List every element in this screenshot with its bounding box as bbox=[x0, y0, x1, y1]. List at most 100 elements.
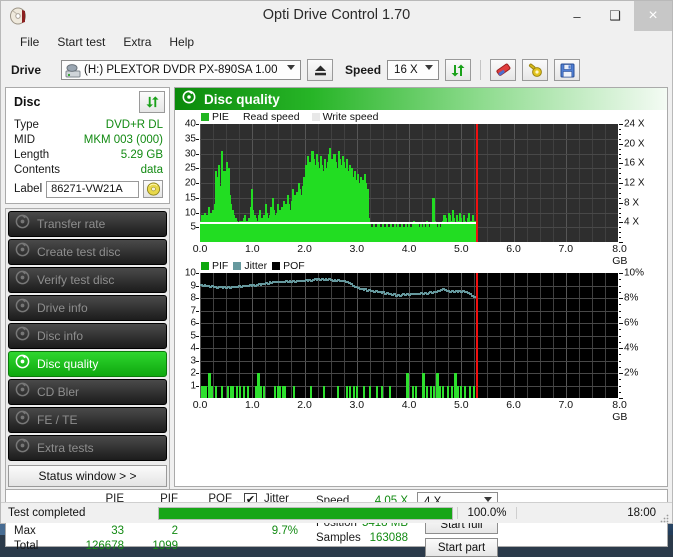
sidebar-item-label: Create test disc bbox=[37, 245, 120, 259]
disc-icon bbox=[15, 298, 30, 318]
drive-icon bbox=[65, 63, 81, 79]
legend-label: PIF bbox=[212, 260, 228, 272]
resize-grip[interactable] bbox=[659, 510, 669, 520]
x-tick-label: 3.0 bbox=[349, 399, 364, 411]
y-tick-label-right: 24 X bbox=[624, 119, 645, 130]
disc-refresh-button[interactable] bbox=[139, 91, 165, 113]
stat-samples-value: 163088 bbox=[350, 532, 408, 544]
x-tick-label: 8.0 GB bbox=[612, 399, 627, 423]
stat-pif-max: 2 bbox=[132, 525, 178, 537]
start-part-button[interactable]: Start part bbox=[425, 538, 498, 557]
pif-plot-area bbox=[200, 273, 618, 398]
left-panel: Disc Type DVD+R DL MID bbox=[5, 87, 170, 487]
stat-pie-total: 126678 bbox=[68, 540, 124, 552]
sidebar-item-disc-info[interactable]: Disc info bbox=[8, 323, 167, 349]
y-tick-label: 8 bbox=[174, 293, 196, 304]
menu-file[interactable]: File bbox=[11, 33, 48, 51]
y-tick-label: 35 bbox=[174, 133, 196, 144]
pif-y-axis-right: 10%8%6%4%2% bbox=[619, 273, 667, 398]
menu-start-test[interactable]: Start test bbox=[48, 33, 114, 51]
x-tick-label: 0.0 bbox=[193, 243, 208, 255]
x-tick-label: 2.0 bbox=[297, 399, 312, 411]
disc-icon bbox=[15, 242, 30, 262]
sidebar-item-label: CD Bler bbox=[37, 385, 79, 399]
disc-row-type: Type DVD+R DL bbox=[14, 118, 163, 133]
legend-jitter: Jitter bbox=[233, 260, 267, 272]
sidebar-item-transfer-rate[interactable]: Transfer rate bbox=[8, 211, 167, 237]
disc-row-key: MID bbox=[14, 133, 35, 148]
stat-pif-total: 1099 bbox=[132, 540, 178, 552]
y-tick-label: 20 bbox=[174, 178, 196, 189]
y-tick-label: 4 bbox=[174, 343, 196, 354]
legend-swatch bbox=[312, 113, 320, 121]
sidebar-item-label: Drive info bbox=[37, 301, 88, 315]
x-tick-label: 7.0 bbox=[558, 399, 573, 411]
legend-swatch bbox=[201, 113, 209, 121]
speed-value: 16 X bbox=[394, 64, 418, 76]
x-tick-label: 7.0 bbox=[558, 243, 573, 255]
drive-select[interactable]: (H:) PLEXTOR DVDR PX-890SA 1.00 bbox=[61, 60, 301, 80]
x-tick-label: 1.0 bbox=[245, 399, 260, 411]
disc-icon bbox=[15, 214, 30, 234]
sidebar-item-cd-bler[interactable]: CD Bler bbox=[8, 379, 167, 405]
application-window: Opti Drive Control 1.70 – ❑ × File Start… bbox=[0, 0, 673, 524]
speed-select[interactable]: 16 X bbox=[387, 60, 439, 80]
pie-chart: PIE Read speed Write speed 4035302520151… bbox=[175, 110, 667, 257]
disc-label-row: Label 86271-VW21A bbox=[14, 180, 163, 198]
y-tick-label: 1 bbox=[174, 380, 196, 391]
status-message: Test completed bbox=[1, 507, 158, 519]
minimize-button[interactable]: – bbox=[558, 1, 596, 31]
disc-row-contents: Contents data bbox=[14, 163, 163, 178]
y-tick-label-right: 20 X bbox=[624, 138, 645, 149]
y-tick-label: 2 bbox=[174, 368, 196, 379]
sidebar-item-drive-info[interactable]: Drive info bbox=[8, 295, 167, 321]
x-tick-label: 6.0 bbox=[506, 399, 521, 411]
legend-label: Write speed bbox=[323, 111, 379, 123]
menu-help[interactable]: Help bbox=[160, 33, 203, 51]
cd-icon bbox=[146, 182, 161, 196]
disc-label-input[interactable]: 86271-VW21A bbox=[46, 181, 139, 198]
x-tick-label: 4.0 bbox=[402, 243, 417, 255]
pie-y-axis-left: 403530252015105 bbox=[175, 124, 199, 242]
save-button[interactable] bbox=[554, 59, 580, 81]
erase-button[interactable] bbox=[490, 59, 516, 81]
disc-panel-header: Disc bbox=[6, 88, 169, 116]
legend-label: PIE bbox=[212, 111, 229, 123]
plug-icon bbox=[527, 63, 543, 78]
sidebar-item-label: Disc quality bbox=[37, 357, 98, 371]
x-tick-label: 6.0 bbox=[506, 243, 521, 255]
y-tick-label-right: 6% bbox=[624, 318, 638, 329]
sidebar-item-create-test-disc[interactable]: Create test disc bbox=[8, 239, 167, 265]
refresh-icon bbox=[145, 95, 160, 109]
menu-extra[interactable]: Extra bbox=[114, 33, 160, 51]
close-button[interactable]: × bbox=[634, 1, 672, 31]
sidebar-item-disc-quality[interactable]: Disc quality bbox=[8, 351, 167, 377]
disc-icon bbox=[15, 270, 30, 290]
title-bar: Opti Drive Control 1.70 – ❑ × bbox=[1, 1, 672, 31]
cd-icon-button[interactable] bbox=[143, 180, 163, 198]
disc-info-panel: Disc Type DVD+R DL MID bbox=[5, 87, 170, 204]
navigation-list: Transfer rate Create test disc Verify te… bbox=[5, 208, 170, 490]
eject-button[interactable] bbox=[307, 59, 333, 81]
y-tick-label-right: 8% bbox=[624, 293, 638, 304]
elapsed-time: 18:00 bbox=[516, 507, 672, 519]
y-tick-label: 5 bbox=[174, 330, 196, 341]
sidebar-item-extra-tests[interactable]: Extra tests bbox=[8, 435, 167, 461]
x-tick-label: 0.0 bbox=[193, 399, 208, 411]
status-window-button[interactable]: Status window > > bbox=[8, 465, 167, 487]
maximize-button[interactable]: ❑ bbox=[596, 1, 634, 31]
menu-bar: File Start test Extra Help bbox=[1, 31, 672, 53]
y-tick-label-right: 16 X bbox=[624, 158, 645, 169]
refresh-button[interactable] bbox=[445, 59, 471, 81]
settings-button[interactable] bbox=[522, 59, 548, 81]
pif-jitter-chart: PIF Jitter POF 10987654321 10%8%6%4%2% 0… bbox=[175, 259, 667, 413]
y-tick-label: 6 bbox=[174, 318, 196, 329]
sidebar-item-verify-test-disc[interactable]: Verify test disc bbox=[8, 267, 167, 293]
sidebar-item-label: Extra tests bbox=[37, 441, 94, 455]
sidebar-item-fe-te[interactable]: FE / TE bbox=[8, 407, 167, 433]
legend-pif: PIF bbox=[201, 260, 228, 272]
legend-label: Jitter bbox=[244, 260, 267, 272]
disc-icon bbox=[15, 410, 30, 430]
legend-pof: POF bbox=[272, 260, 305, 272]
progress-percent: 100.0% bbox=[457, 507, 516, 519]
